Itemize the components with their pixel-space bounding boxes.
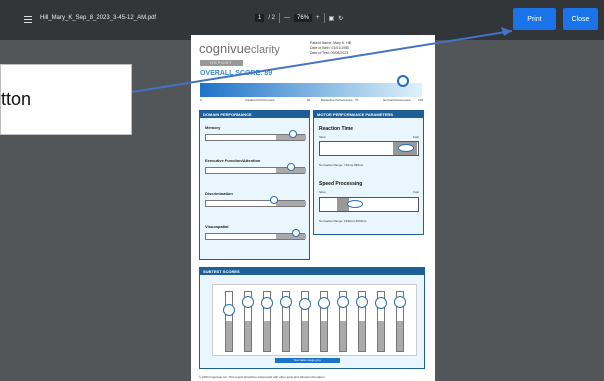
arrow-head-icon xyxy=(501,27,512,36)
callout-line xyxy=(131,30,513,93)
callout-arrow xyxy=(131,27,513,93)
callout-text: tton xyxy=(1,89,32,109)
pdf-viewer: Hill_Mary_K_Sep_8_2023_3-45-12_AM.pdf 1 … xyxy=(0,0,604,381)
callout-box: tton xyxy=(0,64,132,135)
